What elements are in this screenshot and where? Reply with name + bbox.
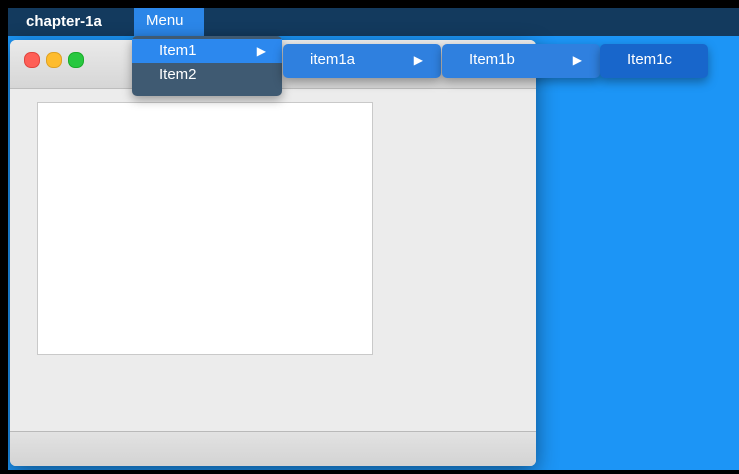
menu-item-label: Item1 — [159, 42, 197, 59]
submenu-item-label: Item1c — [627, 51, 673, 68]
chevron-right-icon: ▶ — [413, 53, 423, 67]
menu-item-item2[interactable]: Item2 — [132, 63, 282, 87]
submenu-item1c[interactable]: Item1c — [600, 44, 708, 78]
content-canvas[interactable] — [37, 102, 373, 355]
chevron-right-icon: ▶ — [256, 44, 266, 58]
app-name[interactable]: chapter-1a — [26, 12, 102, 32]
menu-item-label: Item2 — [159, 66, 197, 83]
app-window — [10, 40, 536, 466]
submenu-item1b[interactable]: Item1b ▶ — [442, 44, 600, 78]
screen-frame: chapter-1a Menu Item1 ▶ Item2 item1a ▶ I… — [0, 0, 739, 474]
minimize-icon[interactable] — [46, 52, 62, 68]
chevron-right-icon: ▶ — [572, 53, 582, 67]
maximize-icon[interactable] — [68, 52, 84, 68]
dropdown-menu: Item1 ▶ Item2 — [132, 36, 282, 96]
menu-title-menu[interactable]: Menu — [134, 8, 204, 36]
status-bar — [10, 431, 536, 466]
submenu-item-label: Item1b — [469, 51, 515, 68]
desktop: chapter-1a Menu Item1 ▶ Item2 item1a ▶ I… — [8, 8, 739, 470]
close-icon[interactable] — [24, 52, 40, 68]
menu-item-item1[interactable]: Item1 ▶ — [132, 39, 282, 63]
submenu-item-label: item1a — [310, 51, 356, 68]
submenu-item1a[interactable]: item1a ▶ — [283, 44, 441, 78]
menu-bar: chapter-1a Menu — [8, 8, 739, 36]
